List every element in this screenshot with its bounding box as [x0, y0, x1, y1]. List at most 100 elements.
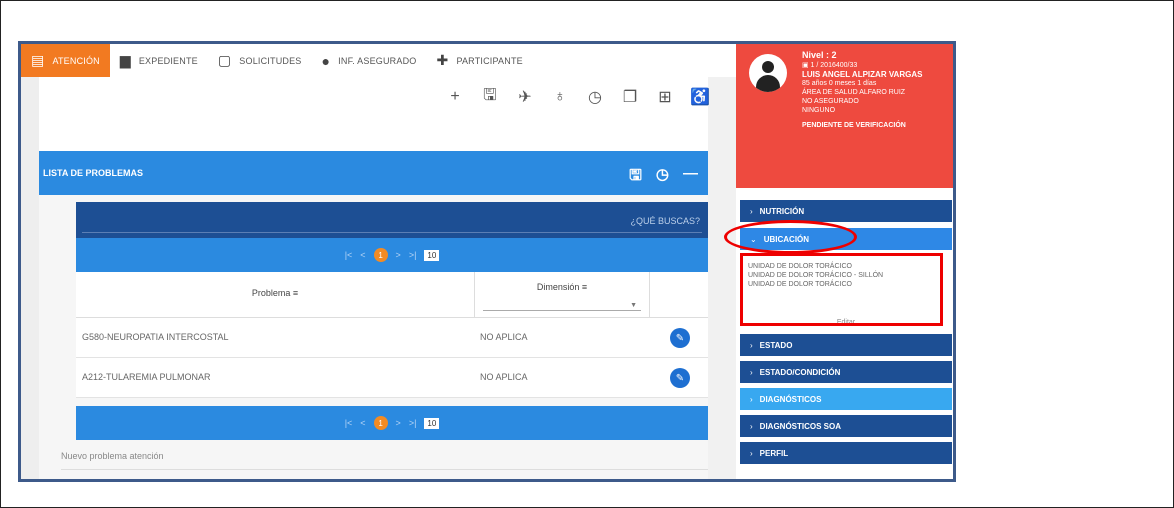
- tab-label: INF. ASEGURADO: [338, 55, 417, 66]
- chevron-right-icon: ›: [750, 206, 753, 216]
- page-size-select[interactable]: 10: [424, 249, 440, 261]
- accordion-nutricion[interactable]: › NUTRICIÓN: [740, 200, 952, 222]
- patient-area: ÁREA DE SALUD ALFARO RUIZ: [802, 89, 906, 96]
- tab-label: EXPEDIENTE: [138, 55, 198, 66]
- tab-solicitudes[interactable]: ▢ SOLICITUDES: [208, 44, 312, 77]
- accordion-perfil[interactable]: › PERFIL: [740, 442, 952, 464]
- accordion-label: DIAGNÓSTICOS: [759, 394, 822, 404]
- tab-atencion[interactable]: ▤ ATENCIÓN: [21, 44, 110, 77]
- problem-cell: A212-TULAREMIA PULMONAR: [82, 372, 211, 382]
- pager-bottom: |< < 1 > >| 10: [76, 406, 708, 440]
- accordion-label: ESTADO/CONDICIÓN: [759, 367, 841, 377]
- problem-list-body: ¿QUÉ BUSCAS? |< < 1 > >| 10 Problema ≡ D…: [39, 195, 708, 479]
- chevron-right-icon: ›: [750, 367, 753, 377]
- tab-label: SOLICITUDES: [239, 55, 302, 66]
- tab-inf-asegurado[interactable]: ● INF. ASEGURADO: [312, 44, 427, 77]
- accordion-label: DIAGNÓSTICOS SOA: [759, 421, 842, 431]
- person-icon: ●: [321, 52, 331, 69]
- patient-id: ▣ 1 / 2016400/33: [802, 62, 858, 69]
- tab-label: ATENCIÓN: [52, 55, 100, 66]
- accordion-label: ESTADO: [759, 340, 793, 350]
- history-icon[interactable]: ◷: [656, 165, 669, 190]
- accordion-estado[interactable]: › ESTADO: [740, 334, 952, 356]
- accordion-label: NUTRICIÓN: [759, 206, 805, 216]
- dimension-cell: NO APLICA: [480, 372, 528, 382]
- edit-icon[interactable]: ✎: [670, 328, 690, 348]
- monitor-icon: ▢: [217, 52, 232, 68]
- avatar: [749, 54, 787, 92]
- first-page-button[interactable]: |<: [345, 250, 353, 260]
- search-input[interactable]: ¿QUÉ BUSCAS?: [76, 202, 708, 238]
- filter-icon[interactable]: ≡: [293, 288, 298, 298]
- screenshot-frame: ▤ ATENCIÓN ▆ EXPEDIENTE ▢ SOLICITUDES ● INF.…: [0, 0, 1174, 508]
- column-label: Dimensión: [536, 282, 580, 292]
- toolbar: + 🖫 ✈ ♁ ◷ ❐ ⊞ ♿: [21, 77, 718, 117]
- patient-extra: NO ASEGURADO: [802, 98, 859, 105]
- tab-label: PARTICIPANTE: [456, 55, 523, 66]
- accordion-diagnosticos[interactable]: › DIAGNÓSTICOS: [740, 388, 952, 410]
- pager-top: |< < 1 > >| 10: [76, 238, 708, 272]
- problem-cell: G580-NEUROPATIA INTERCOSTAL: [82, 332, 229, 342]
- current-page[interactable]: 1: [373, 416, 388, 430]
- current-page[interactable]: 1: [373, 248, 388, 262]
- page-size-select[interactable]: 10: [424, 417, 440, 429]
- new-problem-field[interactable]: Nuevo problema atención: [61, 451, 164, 461]
- annotation-rectangle: [740, 253, 943, 326]
- add-icon[interactable]: +: [447, 88, 463, 105]
- attention-icon: ▤: [31, 52, 45, 68]
- group-add-icon: ✚: [436, 52, 449, 68]
- minimize-icon[interactable]: —: [683, 165, 698, 190]
- input-underline: [61, 469, 708, 470]
- prev-page-button[interactable]: <: [360, 250, 365, 260]
- patient-age: 85 años 0 meses 1 días: [802, 80, 877, 87]
- tab-bar: ▤ ATENCIÓN ▆ EXPEDIENTE ▢ SOLICITUDES ● INF.…: [21, 44, 718, 77]
- first-page-button[interactable]: |<: [345, 418, 353, 428]
- dimension-select[interactable]: [483, 310, 641, 311]
- panel-title: LISTA DE PROBLEMAS: [43, 168, 144, 178]
- accordion-estado-condicion[interactable]: › ESTADO/CONDICIÓN: [740, 361, 952, 383]
- history-icon[interactable]: ◷: [587, 89, 603, 106]
- last-page-button[interactable]: >|: [409, 250, 417, 260]
- column-label: Problema: [251, 288, 291, 298]
- stethoscope-icon[interactable]: ♁: [552, 88, 568, 105]
- accordion-label: PERFIL: [759, 448, 789, 458]
- column-dimension[interactable]: Dimensión ≡ ▼: [474, 272, 650, 318]
- save-icon[interactable]: 🖫: [629, 165, 642, 190]
- last-page-button[interactable]: >|: [409, 418, 417, 428]
- next-page-button[interactable]: >: [396, 418, 401, 428]
- prev-page-button[interactable]: <: [360, 418, 365, 428]
- next-page-button[interactable]: >: [396, 250, 401, 260]
- tab-participante[interactable]: ✚ PARTICIPANTE: [427, 44, 533, 77]
- table-row: A212-TULAREMIA PULMONAR NO APLICA ✎: [76, 358, 708, 398]
- edit-icon[interactable]: ✎: [670, 368, 690, 388]
- left-scroll-area: [21, 77, 39, 479]
- scrollbar[interactable]: [708, 77, 736, 479]
- problem-list-header: LISTA DE PROBLEMAS 🖫 ◷ —: [39, 151, 708, 195]
- patient-extra: NINGUNO: [802, 107, 836, 114]
- chevron-right-icon: ›: [750, 340, 753, 350]
- column-problem[interactable]: Problema ≡: [76, 288, 474, 298]
- dimension-cell: NO APLICA: [480, 332, 528, 342]
- search-placeholder: ¿QUÉ BUSCAS?: [630, 216, 700, 226]
- table-header: Problema ≡ Dimensión ≡ ▼: [76, 272, 708, 318]
- annotation-oval: [724, 220, 857, 254]
- tab-expediente[interactable]: ▆ EXPEDIENTE: [110, 44, 208, 77]
- plane-icon[interactable]: ✈: [517, 89, 533, 106]
- save-icon[interactable]: 🖫: [482, 87, 498, 105]
- folder-icon: ▆: [119, 52, 131, 68]
- verification-status: PENDIENTE DE VERIFICACIÓN: [802, 122, 906, 129]
- add-box-icon[interactable]: ⊞: [657, 89, 673, 106]
- accordion-diagnosticos-soa[interactable]: › DIAGNÓSTICOS SOA: [740, 415, 952, 437]
- patient-level: Nivel : 2: [802, 50, 837, 60]
- chevron-down-icon: ▼: [630, 302, 637, 309]
- chevron-right-icon: ›: [750, 394, 753, 404]
- patient-name: LUIS ANGEL ALPIZAR VARGAS: [802, 70, 923, 79]
- filter-icon[interactable]: ≡: [582, 282, 587, 292]
- patient-card: Nivel : 2 ▣ 1 / 2016400/33 LUIS ANGEL AL…: [736, 44, 953, 188]
- problems-table: Problema ≡ Dimensión ≡ ▼ G580-NEUROPATIA…: [76, 272, 708, 398]
- chevron-right-icon: ›: [750, 448, 753, 458]
- table-row: G580-NEUROPATIA INTERCOSTAL NO APLICA ✎: [76, 318, 708, 358]
- accessibility-icon[interactable]: ♿: [690, 89, 710, 106]
- copy-icon[interactable]: ❐: [622, 89, 638, 106]
- chevron-right-icon: ›: [750, 421, 753, 431]
